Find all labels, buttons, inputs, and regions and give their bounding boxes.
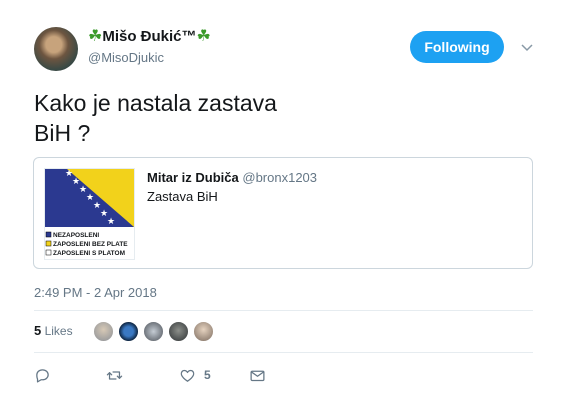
likes-number: 5 — [34, 323, 42, 338]
quoted-tweet-card[interactable]: ★ ★ ★ ★ ★ ★ ★ NEZAPOSLENI ZAPOSLENI BEZ PLAT… — [33, 157, 533, 269]
likes-label: Likes — [44, 324, 73, 338]
svg-text:★: ★ — [107, 217, 115, 227]
reply-button[interactable] — [34, 366, 51, 384]
likes-count[interactable]: 5 Likes — [34, 323, 73, 338]
bih-flag-image: ★★★ ★★★ ★ NEZAPOSLENI ZAPOSLENI BEZ PLAT… — [45, 169, 134, 257]
legend-label: NEZAPOSLENI — [53, 232, 99, 239]
divider — [34, 352, 533, 353]
like-count: 5 — [204, 368, 211, 382]
author-name-line[interactable]: ☘ Mišo Đukić™ ☘ — [88, 26, 211, 46]
envelope-icon — [250, 370, 265, 381]
shamrock-icon: ☘ — [196, 28, 211, 45]
quoted-author-name: Mitar iz Dubiča — [147, 170, 239, 185]
quoted-author-handle: @bronx1203 — [242, 170, 318, 185]
chevron-down-icon[interactable] — [520, 40, 534, 54]
author-name: Mišo Đukić™ — [102, 27, 197, 45]
retweet-icon — [106, 370, 123, 380]
quoted-tweet-image[interactable]: ★ ★ ★ ★ ★ ★ ★ NEZAPOSLENI ZAPOSLENI BEZ PLAT… — [44, 168, 135, 260]
liker-avatar[interactable] — [118, 321, 139, 342]
legend-label: ZAPOSLENI S PLATOM — [53, 250, 125, 257]
liker-avatar[interactable] — [93, 321, 114, 342]
heart-icon — [180, 369, 195, 382]
liker-avatar[interactable] — [168, 321, 189, 342]
author-avatar[interactable] — [34, 27, 78, 71]
liker-avatar[interactable] — [143, 321, 164, 342]
following-button[interactable]: Following — [410, 31, 504, 63]
like-button[interactable]: 5 — [179, 366, 211, 384]
author-handle[interactable]: @MisoDjukic — [88, 50, 164, 65]
tweet-timestamp[interactable]: 2:49 PM - 2 Apr 2018 — [34, 285, 157, 300]
tweet-text-line: Kako je nastala zastava — [34, 90, 277, 116]
liker-avatar[interactable] — [193, 321, 214, 342]
direct-message-button[interactable] — [249, 366, 266, 384]
quoted-author[interactable]: Mitar iz Dubiča @bronx1203 — [147, 170, 317, 185]
shamrock-icon: ☘ — [88, 28, 103, 45]
reply-icon — [36, 368, 49, 383]
retweet-button[interactable] — [106, 366, 123, 384]
tweet-text: Kako je nastala zastava BiH ? — [34, 88, 277, 148]
quoted-tweet-text: Zastava BiH — [147, 189, 218, 204]
legend-label: ZAPOSLENI BEZ PLATE — [53, 241, 128, 248]
divider — [34, 310, 533, 311]
tweet-text-line: BiH ? — [34, 120, 91, 146]
